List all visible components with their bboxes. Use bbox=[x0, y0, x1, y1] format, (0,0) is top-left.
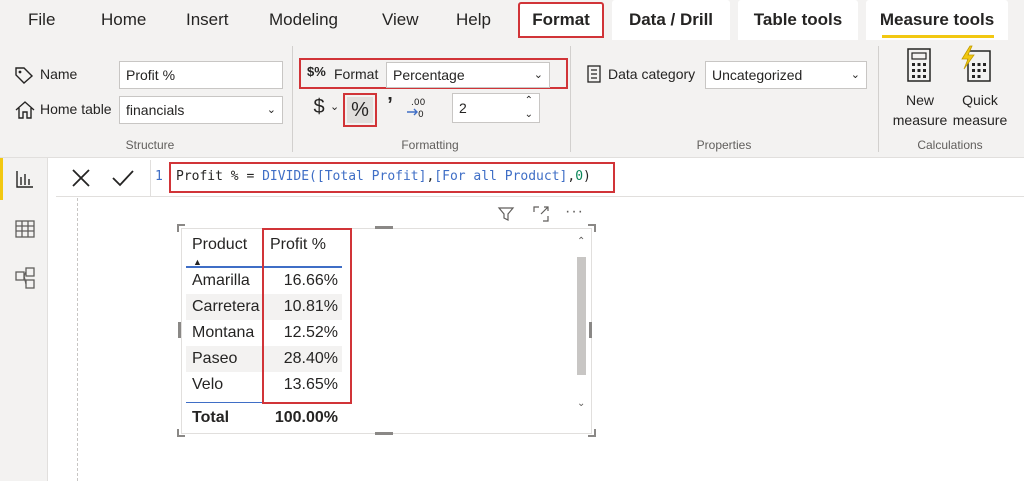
total-value: 100.00% bbox=[274, 409, 338, 426]
decimal-places-input[interactable]: 2 ⌃ ⌄ bbox=[452, 93, 540, 123]
filter-icon[interactable] bbox=[497, 205, 515, 223]
focus-mode-icon[interactable] bbox=[532, 205, 550, 223]
table-cell-product: Amarilla bbox=[192, 272, 250, 289]
home-table-label: Home table bbox=[40, 101, 112, 117]
format-select[interactable]: Percentage ⌄ bbox=[386, 62, 550, 88]
model-view-icon[interactable] bbox=[14, 266, 36, 290]
percent-button[interactable]: % bbox=[347, 97, 373, 123]
format-value: Percentage bbox=[393, 67, 465, 83]
new-measure-label-line1: New bbox=[905, 92, 934, 108]
tab-file[interactable]: File bbox=[28, 0, 55, 40]
scroll-up-icon[interactable]: ⌃ bbox=[577, 236, 585, 247]
tab-help[interactable]: Help bbox=[456, 0, 491, 40]
table-cell-product: Velo bbox=[192, 376, 224, 393]
dax-arg1-text: [Total Profit] bbox=[316, 169, 427, 184]
table-cell-product: Montana bbox=[192, 324, 255, 341]
chevron-down-icon: ⌄ bbox=[533, 69, 543, 81]
resize-handle[interactable] bbox=[588, 429, 596, 437]
structure-group-label: Structure bbox=[125, 138, 175, 152]
resize-handle[interactable] bbox=[588, 224, 596, 232]
name-input[interactable]: Profit % bbox=[119, 61, 283, 89]
column-highlight-box bbox=[262, 228, 352, 404]
table-cell-product: Carretera bbox=[186, 294, 262, 320]
home-table-value: financials bbox=[126, 102, 185, 118]
quick-measure-label-line1: Quick bbox=[962, 92, 998, 108]
column-header-product[interactable]: Product bbox=[192, 232, 247, 258]
data-category-value: Uncategorized bbox=[712, 67, 803, 83]
currency-dropdown-icon[interactable]: ⌄ bbox=[330, 100, 339, 113]
resize-handle[interactable] bbox=[375, 432, 393, 435]
chevron-down-icon[interactable]: ⌄ bbox=[525, 101, 533, 122]
tag-icon bbox=[14, 66, 34, 84]
cancel-formula-button[interactable] bbox=[62, 162, 100, 194]
new-measure-button[interactable]: New measure bbox=[892, 90, 948, 130]
active-view-indicator bbox=[0, 158, 3, 200]
dax-comma2: , bbox=[567, 169, 576, 184]
check-icon bbox=[112, 170, 134, 187]
comma-style-button[interactable]: ’ bbox=[382, 94, 398, 120]
resize-handle[interactable] bbox=[375, 226, 393, 229]
group-divider bbox=[570, 46, 571, 152]
view-switcher bbox=[0, 158, 48, 481]
tab-insert[interactable]: Insert bbox=[186, 0, 229, 40]
dax-function-text: DIVIDE( bbox=[262, 169, 317, 184]
calculations-group-label: Calculations bbox=[917, 138, 983, 152]
tab-table-tools[interactable]: Table tools bbox=[738, 0, 858, 40]
quick-measure-icon[interactable] bbox=[958, 45, 994, 83]
tab-modeling[interactable]: Modeling bbox=[269, 0, 338, 40]
total-label: Total bbox=[192, 409, 230, 426]
dax-arg2-text: [For all Product] bbox=[434, 169, 568, 184]
resize-handle[interactable] bbox=[589, 322, 592, 338]
new-measure-label-line2: measure bbox=[892, 112, 948, 128]
dax-arg3-text: 0 bbox=[575, 169, 584, 184]
calculator-icon[interactable] bbox=[905, 47, 933, 83]
resize-handle[interactable] bbox=[177, 429, 185, 437]
scroll-down-icon[interactable]: ⌄ bbox=[577, 398, 585, 409]
increase-decimal-icon[interactable]: .00 0 bbox=[405, 96, 431, 120]
group-divider bbox=[292, 46, 293, 152]
line-number: 1 bbox=[155, 169, 163, 184]
commit-formula-button[interactable] bbox=[104, 162, 142, 194]
formatting-group-label: Formatting bbox=[401, 138, 459, 152]
home-icon bbox=[14, 100, 36, 120]
format-icon: $% bbox=[307, 64, 326, 79]
tab-home[interactable]: Home bbox=[101, 0, 146, 40]
canvas-edge bbox=[77, 198, 78, 481]
scrollbar-thumb[interactable] bbox=[577, 257, 586, 375]
tab-format[interactable]: Format bbox=[518, 2, 604, 38]
format-label: Format bbox=[334, 66, 379, 82]
data-category-icon bbox=[586, 64, 602, 84]
tab-measure-tools[interactable]: Measure tools bbox=[866, 0, 1008, 40]
data-category-label: Data category bbox=[608, 66, 696, 82]
tab-view[interactable]: View bbox=[382, 0, 419, 40]
menu-bar: File Home Insert Modeling View Help Form… bbox=[0, 0, 1024, 40]
formula-divider bbox=[150, 160, 151, 197]
home-table-select[interactable]: financials ⌄ bbox=[119, 96, 283, 124]
table-cell-product: Paseo bbox=[186, 346, 262, 372]
currency-button[interactable]: $ bbox=[308, 96, 330, 122]
group-divider bbox=[878, 46, 879, 152]
quick-measure-label-line2: measure bbox=[952, 112, 1008, 128]
chevron-down-icon: ⌄ bbox=[850, 69, 860, 81]
svg-text:0: 0 bbox=[418, 110, 424, 120]
name-label: Name bbox=[40, 66, 78, 82]
report-view-icon[interactable] bbox=[14, 168, 36, 190]
data-category-select[interactable]: Uncategorized ⌄ bbox=[705, 61, 867, 89]
dax-close-paren: ) bbox=[583, 169, 591, 184]
close-icon bbox=[72, 169, 90, 187]
more-options-icon[interactable]: ··· bbox=[565, 203, 584, 221]
active-tab-underline bbox=[882, 35, 994, 38]
decimal-places-value: 2 bbox=[459, 100, 467, 116]
properties-group-label: Properties bbox=[696, 138, 752, 152]
measure-name-text: Profit % = bbox=[176, 169, 263, 184]
resize-handle[interactable] bbox=[178, 322, 181, 338]
resize-handle[interactable] bbox=[177, 224, 185, 232]
quick-measure-button[interactable]: Quick measure bbox=[950, 90, 1010, 130]
chevron-down-icon: ⌄ bbox=[266, 104, 276, 116]
svg-text:.00: .00 bbox=[411, 98, 426, 108]
formula-editor[interactable]: Profit % = DIVIDE([Total Profit],[For al… bbox=[176, 169, 591, 184]
data-view-icon[interactable] bbox=[14, 218, 36, 240]
tab-data-drill[interactable]: Data / Drill bbox=[612, 0, 730, 40]
